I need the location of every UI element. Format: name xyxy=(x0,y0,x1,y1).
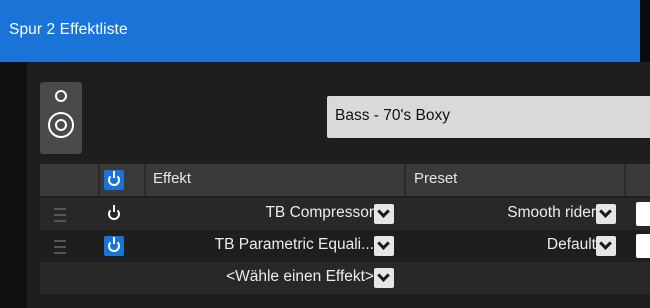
drag-handle-icon[interactable] xyxy=(54,208,66,222)
chevron-down-icon[interactable] xyxy=(596,204,616,224)
preset-name: Smooth rider xyxy=(507,204,596,221)
power-icon xyxy=(108,205,120,220)
power-button[interactable] xyxy=(104,204,124,224)
header-preset[interactable]: Preset xyxy=(414,170,457,187)
chevron-down-icon[interactable] xyxy=(596,236,616,256)
title-bar-edge xyxy=(640,0,650,62)
effect-name: TB Parametric Equali... xyxy=(214,236,374,253)
row-parameter-box[interactable] xyxy=(636,234,650,258)
speaker-woofer xyxy=(48,112,74,138)
chevron-down-icon[interactable] xyxy=(374,236,394,256)
speaker-icon[interactable] xyxy=(40,82,82,154)
power-icon xyxy=(108,237,120,252)
window-title: Spur 2 Effektliste xyxy=(9,21,128,38)
speaker-tweeter xyxy=(55,90,67,102)
row-parameter-box[interactable] xyxy=(636,202,650,226)
preset-selector[interactable]: Bass - 70's Boxy xyxy=(327,96,650,138)
drag-handle-icon[interactable] xyxy=(54,240,66,254)
chevron-down-icon[interactable] xyxy=(374,268,394,288)
header-divider xyxy=(404,164,406,196)
effect-chooser[interactable]: <Wähle einen Effekt> xyxy=(226,268,374,286)
table-row: TB Parametric Equali... Default xyxy=(40,230,650,262)
table-row: <Wähle einen Effekt> xyxy=(40,262,650,294)
power-button[interactable] xyxy=(104,236,124,256)
power-icon xyxy=(108,171,120,186)
title-bar: Spur 2 Effektliste xyxy=(0,0,650,62)
header-divider xyxy=(98,164,100,196)
header-divider xyxy=(144,164,146,196)
preset-name: Default xyxy=(546,236,596,253)
table-row: TB Compressor Smooth rider xyxy=(40,198,650,230)
table-header: Effekt Preset xyxy=(40,164,650,196)
effect-name: TB Compressor xyxy=(265,204,374,221)
chevron-down-icon[interactable] xyxy=(374,204,394,224)
power-all-button[interactable] xyxy=(104,170,124,190)
preset-selector-value: Bass - 70's Boxy xyxy=(335,107,450,124)
header-divider xyxy=(624,164,626,196)
header-effect[interactable]: Effekt xyxy=(153,170,191,187)
